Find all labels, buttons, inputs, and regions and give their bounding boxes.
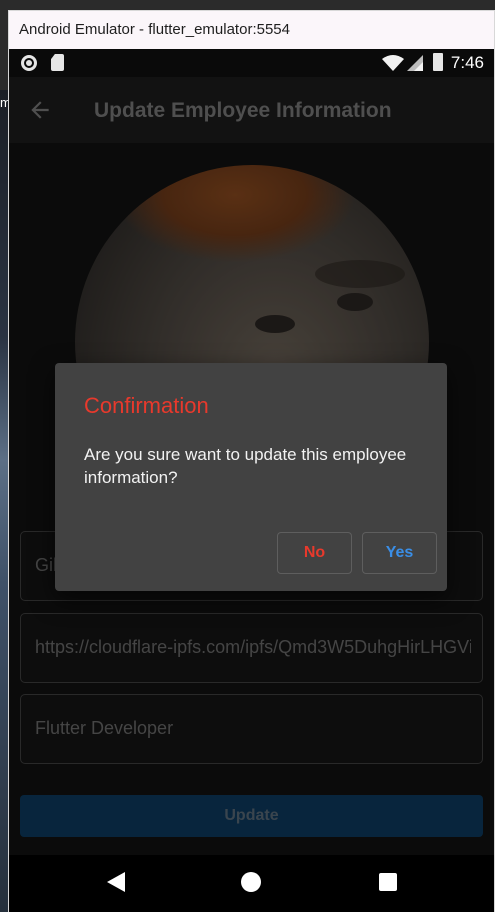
android-status-bar: 7:46 [9,49,494,77]
window-title: Android Emulator - flutter_emulator:5554 [19,21,290,38]
confirmation-dialog: Confirmation Are you sure want to update… [55,363,447,591]
no-button[interactable]: No [277,532,352,574]
signal-icon [407,55,423,71]
window-titlebar: Android Emulator - flutter_emulator:5554 [9,11,494,49]
dialog-message: Are you sure want to update this employe… [84,445,407,487]
emulator-window: Android Emulator - flutter_emulator:5554… [8,10,495,912]
yes-button[interactable]: Yes [362,532,437,574]
dialog-title: Confirmation [84,393,209,418]
app-screen: Update Employee Information Gil https://… [9,77,494,855]
nav-home-icon[interactable] [241,872,261,892]
record-icon [21,55,37,71]
nav-back-icon[interactable] [105,871,127,893]
sd-card-icon [51,54,64,71]
android-nav-bar [9,855,494,912]
battery-icon [433,53,443,71]
nav-recents-icon[interactable] [379,873,397,891]
status-time: 7:46 [450,53,484,72]
wifi-icon [382,55,404,71]
